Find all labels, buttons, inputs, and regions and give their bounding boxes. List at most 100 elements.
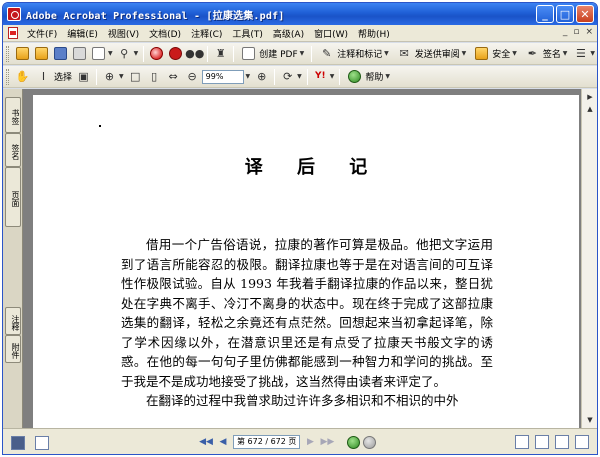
email-icon[interactable] [90, 45, 107, 62]
pages-tab[interactable]: 页面 [5, 167, 21, 227]
help-label: 帮助 [365, 73, 384, 83]
help-icon [346, 68, 363, 85]
page-layout-controls [515, 435, 589, 449]
sign-button[interactable]: ✒ 签名 ▼ [521, 45, 572, 62]
acrobat-app-icon [7, 7, 21, 21]
toolbar-separator [96, 68, 98, 85]
yahoo-dropdown-arrow[interactable]: ▼ [330, 73, 335, 80]
scroll-expand-icon[interactable]: ▶ [584, 91, 596, 103]
menu-advanced[interactable]: 高级(A) [268, 27, 309, 40]
toolbar-separator [143, 45, 145, 62]
comment-markup-button[interactable]: ✎ 注释和标记 ▼ [315, 45, 393, 62]
zoom-tool-dropdown-arrow[interactable]: ▼ [119, 73, 124, 80]
email-dropdown-arrow[interactable]: ▼ [108, 50, 113, 57]
title-bar[interactable]: Adobe Acrobat Professional - [拉康选集.pdf] … [3, 3, 597, 25]
menu-view[interactable]: 视图(V) [103, 27, 144, 40]
zoom-level-input[interactable]: 99% [201, 69, 244, 84]
organizer-icon[interactable] [33, 45, 50, 62]
zoom-out-icon[interactable]: ⊖ [184, 68, 201, 85]
web-search-icon[interactable] [148, 45, 165, 62]
rotate-dropdown-arrow[interactable]: ▼ [297, 73, 302, 80]
comment-dropdown-arrow: ▼ [382, 50, 389, 57]
yahoo-icon[interactable]: Y! [312, 68, 329, 85]
bookmarks-tab[interactable]: 书签 [5, 97, 21, 133]
navigation-toolbar: ✋ I 选择 ▣ ⊕ ▼ □ ▯ ⇔ ⊖ 99% ▼ ⊕ ⟳ ▼ Y! ▼ 帮助… [3, 66, 597, 88]
select-tool-button[interactable]: I 选择 [32, 68, 74, 85]
previous-view-button[interactable] [347, 435, 361, 449]
create-pdf-button[interactable]: 创建 PDF ▼ [237, 45, 308, 62]
menu-document[interactable]: 文档(D) [144, 27, 186, 40]
next-page-button[interactable]: ▶ [303, 435, 317, 449]
help-button[interactable]: 帮助 ▼ [343, 68, 394, 85]
rotate-view-icon[interactable]: ⟳ [279, 68, 296, 85]
paragraph: 借用一个广告俗语说，拉康的著作可算是极品。他把文字运用到了语言所能容忍的极限。翻… [121, 237, 493, 389]
attach-icon[interactable]: ⚲ [116, 45, 133, 62]
toolbar-separator [311, 45, 313, 62]
zoom-in-tool-icon[interactable]: ⊕ [101, 68, 118, 85]
send-for-review-button[interactable]: ✉ 发送供审阅 ▼ [393, 45, 471, 62]
menu-edit[interactable]: 编辑(E) [62, 27, 103, 40]
doc-minimize-button[interactable]: _ [563, 27, 568, 37]
help-dropdown-arrow: ▼ [383, 73, 390, 80]
menu-tools[interactable]: 工具(T) [227, 27, 268, 40]
pdf-page[interactable]: 译 后 记 借用一个广告俗语说，拉康的著作可算是极品。他把文字运用到了语言所能容… [33, 95, 579, 428]
print-icon[interactable] [71, 45, 88, 62]
stop-icon[interactable] [167, 45, 184, 62]
status-bar: ◀◀ ◀ 第 672 / 672 页 ▶ ▶▶ [3, 428, 597, 454]
actual-size-icon[interactable]: □ [127, 68, 144, 85]
form-icon[interactable]: ☰ [572, 45, 589, 62]
doc-restore-button[interactable]: ▫ [573, 27, 579, 37]
menu-help[interactable]: 帮助(H) [353, 27, 395, 40]
sign-dropdown-arrow: ▼ [560, 50, 568, 57]
page-size-icon[interactable] [35, 436, 49, 450]
menu-bar: 文件(F) 编辑(E) 视图(V) 文档(D) 注释(C) 工具(T) 高级(A… [3, 25, 597, 42]
comment-markup-label: 注释和标记 [337, 50, 383, 60]
fit-width-icon[interactable]: ⇔ [165, 68, 182, 85]
attach-dropdown-arrow[interactable]: ▼ [134, 50, 139, 57]
next-view-button[interactable] [363, 435, 377, 449]
maximize-button[interactable]: □ [556, 5, 574, 23]
attachments-tab[interactable]: 附件 [5, 335, 21, 363]
single-page-layout-icon[interactable] [515, 435, 529, 449]
review-dropdown-arrow: ▼ [459, 50, 467, 57]
vertical-scrollbar[interactable]: ▶ ▲ ▼ [581, 89, 597, 428]
facing-layout-icon[interactable] [555, 435, 569, 449]
form-dropdown-arrow[interactable]: ▼ [590, 50, 595, 57]
document-properties-icon[interactable] [11, 436, 25, 450]
scroll-up-arrow[interactable]: ▲ [584, 103, 596, 115]
zoom-level-dropdown-arrow[interactable]: ▼ [244, 73, 251, 80]
open-folder-icon[interactable] [14, 45, 31, 62]
doc-close-button[interactable]: × [585, 27, 593, 37]
fit-page-icon[interactable]: ▯ [146, 68, 163, 85]
comments-tab[interactable]: 注释 [5, 307, 21, 335]
file-toolbar: ▼ ⚲ ▼ ●● ♜ 创建 PDF ▼ ✎ 注释和标记 ▼ ✉ 发送供审阅 ▼ … [3, 43, 597, 65]
select-tool-label: 选择 [54, 73, 73, 83]
continuous-facing-layout-icon[interactable] [575, 435, 589, 449]
binoculars-icon[interactable]: ●● [185, 45, 204, 62]
menu-comments[interactable]: 注释(C) [186, 27, 227, 40]
toolbar-separator [339, 68, 341, 85]
last-page-button[interactable]: ▶▶ [320, 435, 334, 449]
minimize-button[interactable]: _ [536, 5, 554, 23]
hand-tool-icon[interactable]: ✋ [14, 68, 31, 85]
menu-file[interactable]: 文件(F) [22, 27, 62, 40]
toolbar-grip[interactable] [6, 45, 9, 62]
previous-page-button[interactable]: ◀ [216, 435, 230, 449]
stamp-icon[interactable]: ♜ [212, 45, 229, 62]
create-pdf-label: 创建 PDF [259, 50, 298, 60]
save-icon[interactable] [52, 45, 69, 62]
pen-icon: ✒ [527, 47, 537, 60]
review-icon: ✉ [399, 47, 409, 60]
page-number-input[interactable]: 第 672 / 672 页 [233, 435, 301, 449]
toolbar-grip[interactable] [6, 68, 9, 85]
security-button[interactable]: 安全 ▼ [470, 45, 521, 62]
menu-window[interactable]: 窗口(W) [309, 27, 353, 40]
signatures-tab[interactable]: 签名 [5, 133, 21, 167]
zoom-in-icon[interactable]: ⊕ [253, 68, 270, 85]
first-page-button[interactable]: ◀◀ [199, 435, 213, 449]
document-icon[interactable] [8, 27, 18, 39]
scroll-down-arrow[interactable]: ▼ [584, 414, 596, 426]
close-button[interactable]: ✕ [576, 5, 594, 23]
continuous-layout-icon[interactable] [535, 435, 549, 449]
snapshot-icon[interactable]: ▣ [75, 68, 92, 85]
